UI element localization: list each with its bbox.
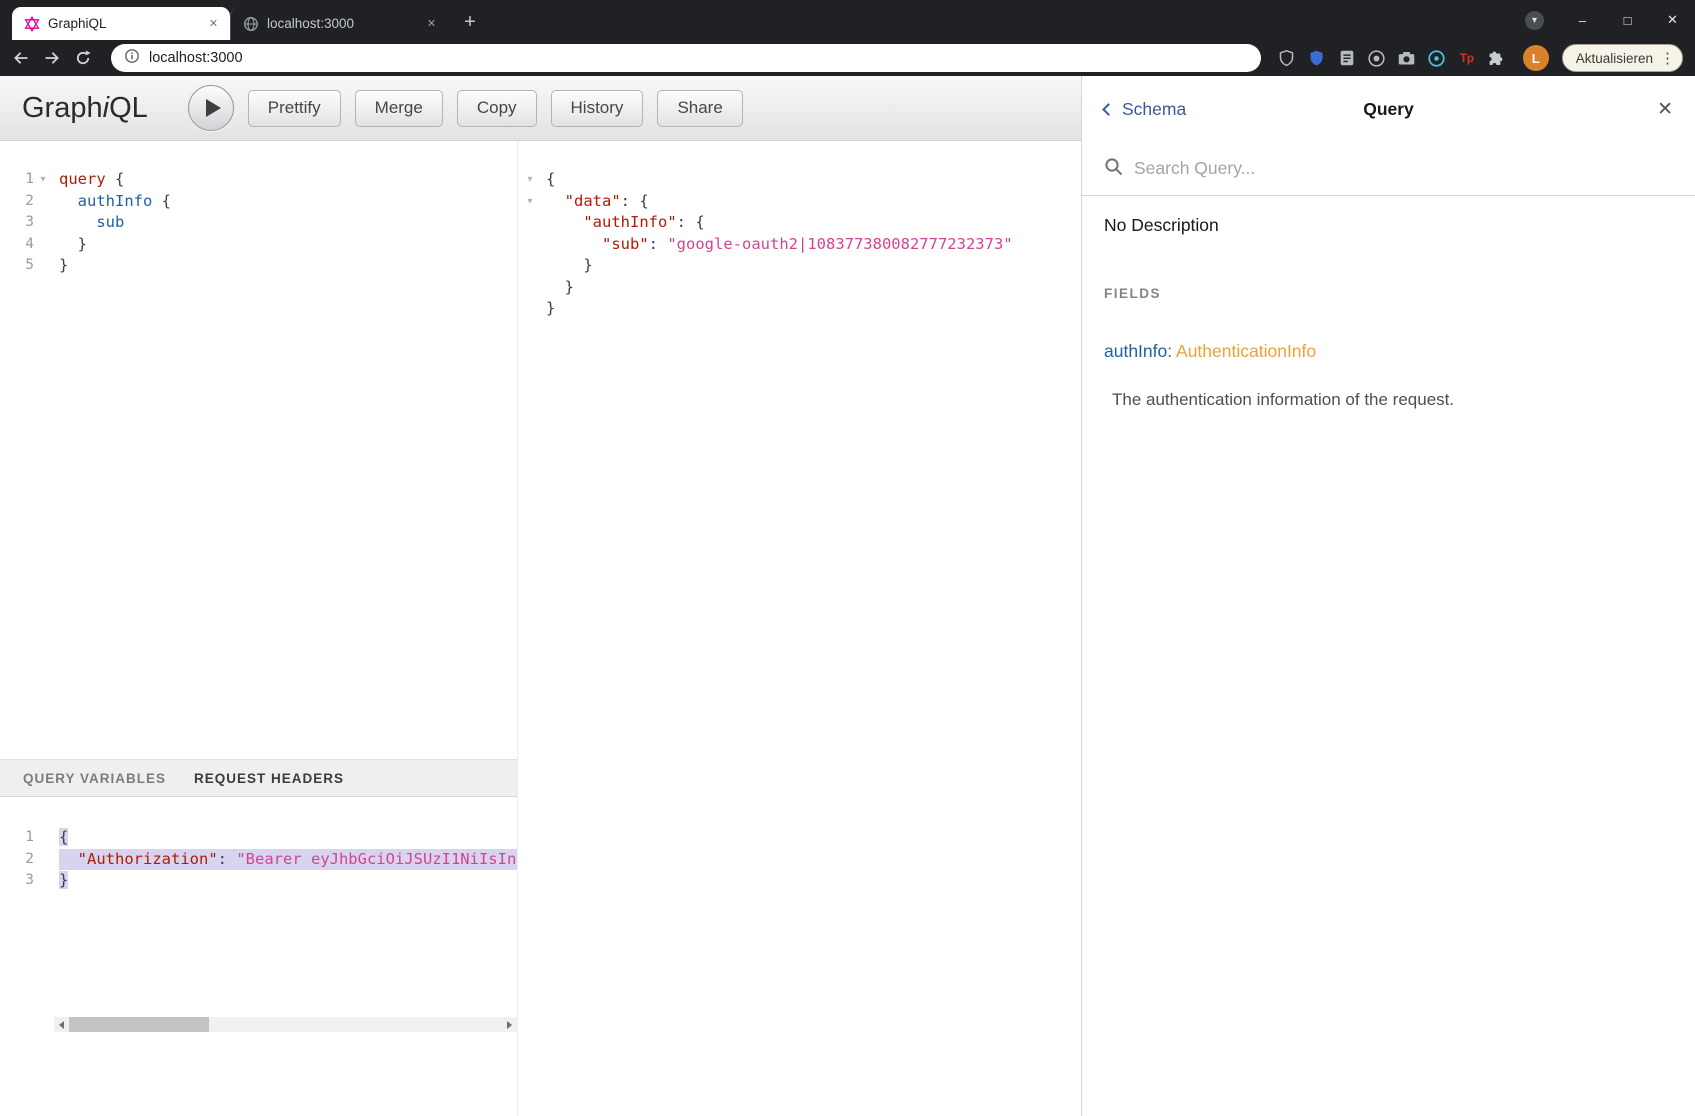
bottom-spacer xyxy=(0,1032,517,1116)
scrollbar-thumb[interactable] xyxy=(69,1017,209,1032)
tab-title: GraphiQL xyxy=(48,16,197,31)
new-tab-button[interactable]: + xyxy=(456,8,484,36)
reload-icon[interactable] xyxy=(70,45,96,71)
line-number: 2 xyxy=(0,191,34,213)
tab-search-icon[interactable]: ▾ xyxy=(1525,11,1544,30)
scroll-right-icon[interactable] xyxy=(502,1017,517,1032)
document-icon[interactable] xyxy=(1336,47,1358,69)
field-name-link[interactable]: authInfo xyxy=(1104,341,1167,361)
fold-arrow-icon[interactable]: ▾ xyxy=(521,169,539,191)
doc-back-label: Schema xyxy=(1122,99,1186,120)
shield-icon[interactable] xyxy=(1306,47,1328,69)
tab-query-variables[interactable]: QUERY VARIABLES xyxy=(23,771,166,786)
record-circle-icon[interactable] xyxy=(1366,47,1388,69)
doc-search-input[interactable] xyxy=(1134,158,1673,179)
update-button-label: Aktualisieren xyxy=(1576,51,1653,66)
variables-titlebar: QUERY VARIABLES REQUEST HEADERS xyxy=(0,759,517,797)
headers-editor-gutter: 123 xyxy=(0,827,54,1017)
tab-title: localhost:3000 xyxy=(267,16,415,31)
tab-close-icon[interactable]: ✕ xyxy=(423,15,440,32)
address-bar[interactable]: localhost:3000 xyxy=(111,44,1261,72)
line-number: 1 xyxy=(0,169,34,191)
share-button[interactable]: Share xyxy=(657,90,742,127)
line-number: 4 xyxy=(0,234,34,256)
scroll-left-icon[interactable] xyxy=(54,1017,69,1032)
back-icon[interactable] xyxy=(8,45,34,71)
tab-request-headers[interactable]: REQUEST HEADERS xyxy=(194,771,344,786)
execute-button[interactable] xyxy=(188,85,234,131)
field-type-link[interactable]: AuthenticationInfo xyxy=(1176,341,1316,361)
headers-editor-code[interactable]: { "Authorization": "Bearer eyJhbGciOiJSU… xyxy=(54,827,517,1017)
graphiql-logo: GraphiQL xyxy=(22,92,148,125)
doc-search-bar xyxy=(1082,142,1695,196)
line-number: 2 xyxy=(0,849,34,871)
query-pane: 1▾2345 query { authInfo { sub }} QUERY V… xyxy=(0,141,518,1116)
fields-section-title: FIELDS xyxy=(1104,286,1673,301)
graphiql-main: GraphiQL Prettify Merge Copy History Sha… xyxy=(0,76,1081,1116)
merge-button[interactable]: Merge xyxy=(355,90,443,127)
site-info-icon[interactable] xyxy=(124,48,140,69)
no-description-text: No Description xyxy=(1104,215,1673,236)
query-editor-code[interactable]: query { authInfo { sub }} xyxy=(54,169,517,759)
graphiql-favicon-icon xyxy=(24,16,40,32)
browser-window: GraphiQL ✕ localhost:3000 ✕ + ▾ – □ ✕ xyxy=(0,0,1695,76)
puzzle-extensions-icon[interactable] xyxy=(1486,47,1508,69)
camera-icon[interactable] xyxy=(1396,47,1418,69)
line-number: 1 xyxy=(0,827,34,849)
variables-section: QUERY VARIABLES REQUEST HEADERS 123 { "A… xyxy=(0,759,517,1032)
tampermonkey-icon[interactable]: Tp xyxy=(1456,47,1478,69)
maximize-button[interactable]: □ xyxy=(1605,0,1650,40)
chevron-left-icon xyxy=(1102,103,1115,116)
request-headers-editor[interactable]: 123 { "Authorization": "Bearer eyJhbGciO… xyxy=(0,797,517,1017)
forward-icon[interactable] xyxy=(39,45,65,71)
close-button[interactable]: ✕ xyxy=(1650,0,1695,40)
tab-localhost[interactable]: localhost:3000 ✕ xyxy=(230,7,448,40)
graphiql-topbar: GraphiQL Prettify Merge Copy History Sha… xyxy=(0,76,1081,141)
tab-graphiql[interactable]: GraphiQL ✕ xyxy=(12,7,230,40)
result-viewer[interactable]: ▾▾ { "data": { "authInfo": { "sub": "goo… xyxy=(518,141,1081,1116)
fold-arrow-icon[interactable]: ▾ xyxy=(34,169,52,191)
shield-outline-icon[interactable] xyxy=(1276,47,1298,69)
horizontal-scrollbar[interactable] xyxy=(54,1017,517,1032)
update-button[interactable]: Aktualisieren ⋮ xyxy=(1562,44,1683,72)
tab-close-icon[interactable]: ✕ xyxy=(205,15,222,32)
url-text: localhost:3000 xyxy=(149,50,243,66)
minimize-button[interactable]: – xyxy=(1560,0,1605,40)
doc-close-icon[interactable]: ✕ xyxy=(1657,98,1673,121)
history-button[interactable]: History xyxy=(551,90,644,127)
search-icon xyxy=(1104,157,1123,181)
query-editor-gutter: 1▾2345 xyxy=(0,169,54,759)
play-icon xyxy=(206,99,221,117)
scrollbar-track[interactable] xyxy=(69,1017,502,1032)
avatar[interactable]: L xyxy=(1523,45,1549,71)
menu-kebab-icon[interactable]: ⋮ xyxy=(1660,49,1675,67)
field-row: authInfo: AuthenticationInfo xyxy=(1104,341,1673,362)
doc-content: No Description FIELDS authInfo: Authenti… xyxy=(1082,196,1695,410)
atom-icon[interactable] xyxy=(1426,47,1448,69)
copy-button[interactable]: Copy xyxy=(457,90,537,127)
graphiql-app: GraphiQL Prettify Merge Copy History Sha… xyxy=(0,76,1695,1116)
line-number: 3 xyxy=(0,212,34,234)
doc-explorer-header: Query Schema ✕ xyxy=(1082,76,1695,142)
result-viewer-code[interactable]: { "data": { "authInfo": { "sub": "google… xyxy=(541,169,1081,1116)
extension-icons: Tp xyxy=(1276,47,1508,69)
result-fold-gutter: ▾▾ xyxy=(518,169,541,1116)
doc-back-link[interactable]: Schema xyxy=(1104,99,1186,120)
prettify-button[interactable]: Prettify xyxy=(248,90,341,127)
editors-area: 1▾2345 query { authInfo { sub }} QUERY V… xyxy=(0,141,1081,1116)
window-controls: ▾ – □ ✕ xyxy=(1525,0,1695,40)
tab-strip: GraphiQL ✕ localhost:3000 ✕ + ▾ – □ ✕ xyxy=(0,0,1695,40)
field-description: The authentication information of the re… xyxy=(1112,390,1673,410)
fold-arrow-icon[interactable]: ▾ xyxy=(521,191,539,213)
globe-favicon-icon xyxy=(243,16,259,32)
line-number: 3 xyxy=(0,870,34,892)
browser-toolbar: localhost:3000 Tp xyxy=(0,40,1695,76)
line-number: 5 xyxy=(0,255,34,277)
query-editor[interactable]: 1▾2345 query { authInfo { sub }} xyxy=(0,141,517,759)
doc-explorer: Query Schema ✕ No Description FIELDS aut… xyxy=(1081,76,1695,1116)
